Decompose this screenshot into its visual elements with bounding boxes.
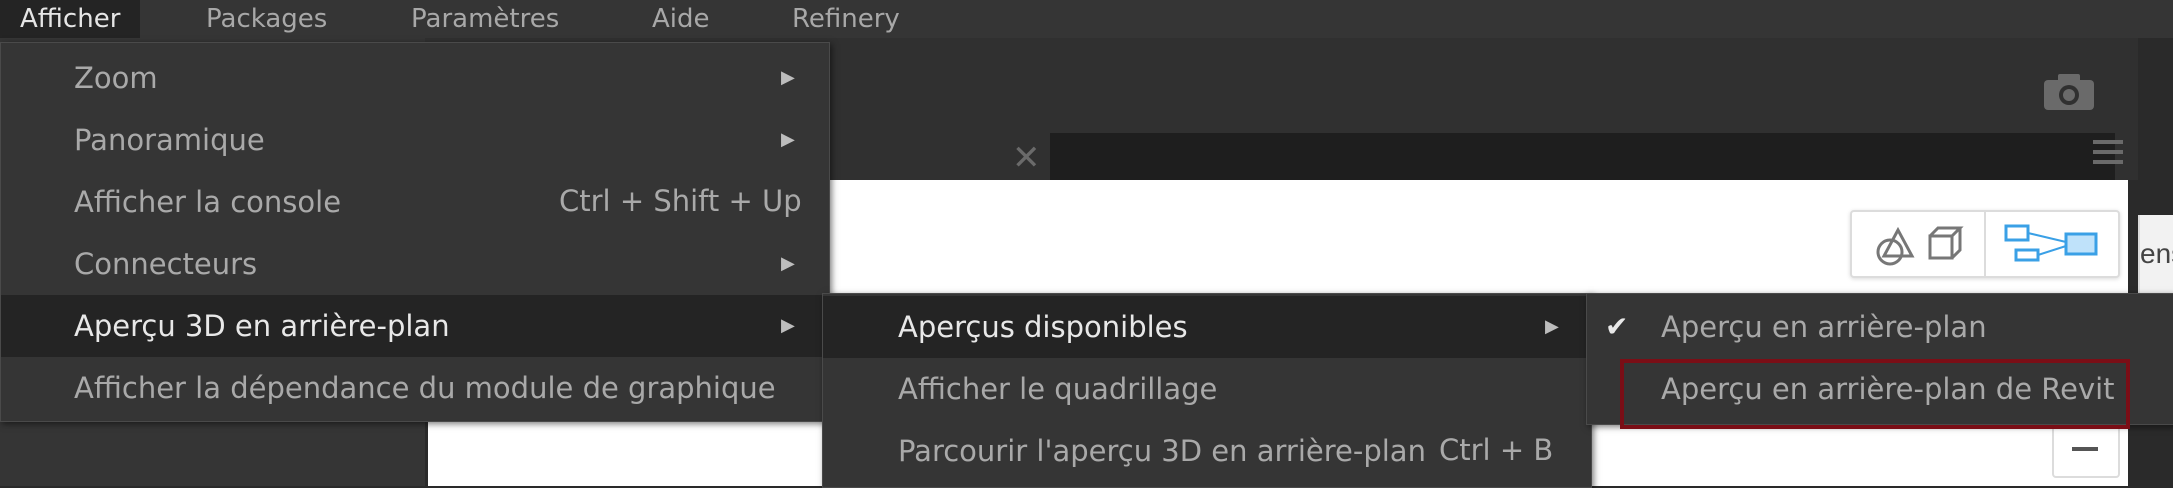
view-toggle: [1850, 210, 2120, 278]
menu-item-dependance-module[interactable]: Afficher la dépendance du module de grap…: [1, 357, 829, 419]
menu-item-apercu-3d[interactable]: Aperçu 3D en arrière-plan ▶: [1, 295, 829, 357]
graph-view-icon: [2004, 224, 2098, 262]
menu-item-quadrillage[interactable]: Afficher le quadrillage: [823, 358, 1591, 420]
menu-aide[interactable]: Aide: [632, 0, 730, 38]
checkmark-icon: ✔: [1605, 310, 1629, 343]
menu-packages[interactable]: Packages: [186, 0, 347, 38]
hamburger-menu-icon[interactable]: [2093, 140, 2123, 168]
minus-icon: [2072, 447, 2098, 451]
graph-view-button[interactable]: [1986, 212, 2118, 276]
geometry-view-icon: [1876, 226, 1964, 266]
menu-item-zoom[interactable]: Zoom ▶: [1, 47, 829, 109]
submenu-arrow-icon: ▶: [781, 129, 795, 150]
submenu-arrow-icon: ▶: [781, 253, 795, 274]
workspace-tab[interactable]: [1050, 133, 2115, 180]
menu-item-parcourir-apercu[interactable]: Parcourir l'aperçu 3D en arrière-plan Ct…: [823, 420, 1591, 482]
menu-item-apercus-disponibles[interactable]: Aperçus disponibles ▶: [823, 296, 1591, 358]
submenu-arrow-icon: ▶: [781, 315, 795, 336]
submenu-arrow-icon: ▶: [781, 67, 795, 88]
preview-submenu: Aperçus disponibles ▶ Afficher le quadri…: [822, 293, 1592, 488]
menu-item-panoramique[interactable]: Panoramique ▶: [1, 109, 829, 171]
menu-item-afficher-console[interactable]: Afficher la console Ctrl + Shift + Up: [1, 171, 829, 233]
geometry-view-button[interactable]: [1852, 212, 1984, 276]
highlight-box: [1620, 359, 2130, 429]
menu-parametres[interactable]: Paramètres: [391, 0, 579, 38]
menu-item-connecteurs[interactable]: Connecteurs ▶: [1, 233, 829, 295]
right-panel-text: ens: [2140, 238, 2173, 269]
submenu-arrow-icon: ▶: [1545, 316, 1559, 337]
close-tab-icon[interactable]: ✕: [1012, 138, 1041, 178]
menu-item-apercu-arriere-plan[interactable]: ✔ Aperçu en arrière-plan: [1587, 296, 2173, 358]
shortcut-label: Ctrl + B: [1439, 433, 1554, 467]
shortcut-label: Ctrl + Shift + Up: [559, 184, 802, 218]
menu-afficher[interactable]: Afficher: [0, 0, 141, 38]
camera-icon[interactable]: [2042, 72, 2096, 112]
menu-refinery[interactable]: Refinery: [772, 0, 920, 38]
menu-bar: Afficher Packages Paramètres Aide Refine…: [0, 0, 2173, 38]
view-menu: Zoom ▶ Panoramique ▶ Afficher la console…: [0, 42, 830, 422]
